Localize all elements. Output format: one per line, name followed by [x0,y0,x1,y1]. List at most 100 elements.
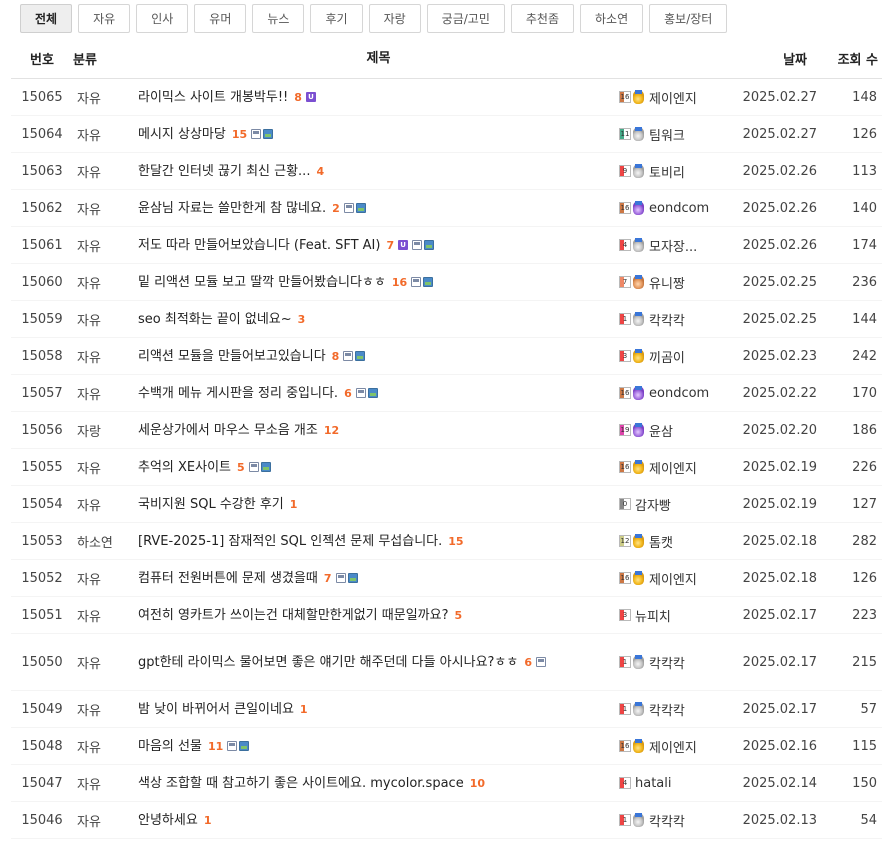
comment-count[interactable]: 1 [290,498,298,511]
table-row[interactable]: 15053 하소연 [RVE-2025-1] 잠재적인 SQL 인젝션 문제 무섭습… [11,523,882,560]
post-author[interactable]: 3 뉴피치 [619,606,732,625]
author-name[interactable]: 제이엔지 [649,458,697,477]
author-name[interactable]: hatali [635,776,672,791]
comment-count[interactable]: 3 [298,313,306,326]
author-name[interactable]: 칵칵칵 [649,700,685,719]
post-author[interactable]: 0 감자빵 [619,495,732,514]
table-row[interactable]: 15048 자유 마음의 선물 11 16 제이엔지 2025.02.16 115 [11,728,882,765]
comment-count[interactable]: 6 [344,387,352,400]
author-name[interactable]: 감자빵 [635,495,671,514]
table-row[interactable]: 15056 자랑 세운상가에서 마우스 무소음 개조 12 19 윤삼 2025.02.20… [11,412,882,449]
author-name[interactable]: 끼곰이 [649,347,685,366]
comment-count[interactable]: 4 [316,165,324,178]
table-row[interactable]: 15055 자유 추억의 XE사이트 5 16 제이엔지 2025.02.19 226 [11,449,882,486]
post-author[interactable]: 3 끼곰이 [619,347,732,366]
comment-count[interactable]: 15 [448,535,463,548]
tab-4[interactable]: 뉴스 [252,4,305,33]
post-author[interactable]: 12 톰캣 [619,532,732,551]
tab-7[interactable]: 궁금/고민 [426,4,505,33]
comment-count[interactable]: 1 [204,814,212,827]
comment-count[interactable]: 7 [324,572,332,585]
post-title-link[interactable]: [RVE-2025-1] 잠재적인 SQL 인젝션 문제 무섭습니다. [138,534,442,549]
comment-count[interactable]: 11 [208,740,223,753]
post-title-link[interactable]: 밤 낮이 바뀌어서 큰일이네요 [138,702,294,717]
post-title-link[interactable]: 윤삼님 자료는 쓸만한게 참 많네요. [138,201,326,216]
post-author[interactable]: 16 제이엔지 [619,737,732,756]
table-row[interactable]: 15054 자유 국비지원 SQL 수강한 후기 1 0 감자빵 2025.02.19 127 [11,486,882,523]
comment-count[interactable]: 5 [237,461,245,474]
tab-1[interactable]: 자유 [78,4,131,33]
post-author[interactable]: 16 eondcom [619,386,732,401]
table-row[interactable]: 15060 자유 밑 리액션 모듈 보고 딸깍 만들어봤습니다ㅎㅎ 16 7 유니짱 202… [11,264,882,301]
comment-count[interactable]: 1 [300,703,308,716]
post-author[interactable]: 7 유니짱 [619,273,732,292]
post-title-link[interactable]: 안녕하세요 [138,813,198,828]
post-title-link[interactable]: 여전히 영카트가 쓰이는건 대체할만한게없기 때문일까요? [138,608,448,623]
tab-2[interactable]: 인사 [136,4,189,33]
post-title-link[interactable]: 리액션 모듈을 만들어보고있습니다 [138,349,326,364]
table-row[interactable]: 15047 자유 색상 조합할 때 참고하기 좋은 사이트에요. mycolor.s… [11,765,882,802]
table-row[interactable]: 15063 자유 한달간 인터넷 끊기 최신 근황... 4 9 토비리 2025.02.2… [11,153,882,190]
author-name[interactable]: eondcom [649,201,709,216]
table-row[interactable]: 15057 자유 수백개 메뉴 게시판을 정리 중입니다. 6 16 eondcom 202… [11,375,882,412]
author-name[interactable]: 뉴피치 [635,606,671,625]
post-title-link[interactable]: 수백개 메뉴 게시판을 정리 중입니다. [138,386,338,401]
post-title-link[interactable]: 라이믹스 사이트 개봉박두!! [138,90,288,105]
table-row[interactable]: 15059 자유 seo 최적화는 끝이 없네요~ 3 1 칵칵칵 2025.02.25 14… [11,301,882,338]
author-name[interactable]: 모자장... [649,236,697,255]
comment-count[interactable]: 16 [392,276,407,289]
comment-count[interactable]: 10 [470,777,485,790]
author-name[interactable]: 칵칵칵 [649,653,685,672]
post-title-link[interactable]: 국비지원 SQL 수강한 후기 [138,497,284,512]
post-author[interactable]: 4 hatali [619,776,732,791]
author-name[interactable]: 윤삼 [649,421,673,440]
comment-count[interactable]: 8 [332,350,340,363]
post-title-link[interactable]: 세운상가에서 마우스 무소음 개조 [138,423,318,438]
post-title-link[interactable]: 색상 조합할 때 참고하기 좋은 사이트에요. mycolor.space [138,776,464,791]
table-row[interactable]: 15065 자유 라이믹스 사이트 개봉박두!! 8 U 16 제이엔지 2025.02.27… [11,79,882,116]
comment-count[interactable]: 6 [524,656,532,669]
author-name[interactable]: 칵칵칵 [649,310,685,329]
comment-count[interactable]: 5 [454,609,462,622]
post-author[interactable]: 16 제이엔지 [619,458,732,477]
comment-count[interactable]: 15 [232,128,247,141]
author-name[interactable]: 제이엔지 [649,737,697,756]
post-author[interactable]: 19 윤삼 [619,421,732,440]
author-name[interactable]: 제이엔지 [649,569,697,588]
post-title-link[interactable]: 한달간 인터넷 끊기 최신 근황... [138,164,310,179]
tab-8[interactable]: 추천좀 [510,4,574,33]
post-author[interactable]: 4 모자장... [619,236,732,255]
post-title-link[interactable]: 추억의 XE사이트 [138,460,231,475]
author-name[interactable]: 팀워크 [649,125,685,144]
post-author[interactable]: 16 eondcom [619,201,732,216]
tab-9[interactable]: 하소연 [580,4,644,33]
post-author[interactable]: 11 팀워크 [619,125,732,144]
table-row[interactable]: 15061 자유 저도 따라 만들어보았습니다 (Feat. SFT AI) 7 U 4 모… [11,227,882,264]
tab-6[interactable]: 자랑 [368,4,421,33]
post-title-link[interactable]: 밑 리액션 모듈 보고 딸깍 만들어봤습니다ㅎㅎ [138,275,386,290]
post-author[interactable]: 1 칵칵칵 [619,811,732,830]
post-title-link[interactable]: seo 최적화는 끝이 없네요~ [138,312,292,327]
tab-3[interactable]: 유머 [194,4,247,33]
post-title-link[interactable]: 메시지 상상마당 [138,127,226,142]
post-title-link[interactable]: 저도 따라 만들어보았습니다 (Feat. SFT AI) [138,238,380,253]
comment-count[interactable]: 12 [324,424,339,437]
post-title-link[interactable]: 마음의 선물 [138,739,202,754]
tab-0[interactable]: 전체 [20,4,73,33]
table-row[interactable]: 15050 자유 gpt한테 라이믹스 물어보면 좋은 얘기만 해주던데 다들 아시… [11,634,882,691]
table-row[interactable]: 15049 자유 밤 낮이 바뀌어서 큰일이네요 1 1 칵칵칵 2025.02.17 57 [11,691,882,728]
author-name[interactable]: 톰캣 [649,532,673,551]
post-title-link[interactable]: gpt한테 라이믹스 물어보면 좋은 얘기만 해주던데 다들 아시나요?ㅎㅎ [138,655,518,670]
post-author[interactable]: 16 제이엔지 [619,569,732,588]
comment-count[interactable]: 7 [386,239,394,252]
author-name[interactable]: 칵칵칵 [649,811,685,830]
post-author[interactable]: 16 제이엔지 [619,88,732,107]
author-name[interactable]: 유니짱 [649,273,685,292]
post-author[interactable]: 9 토비리 [619,162,732,181]
table-row[interactable]: 15046 자유 안녕하세요 1 1 칵칵칵 2025.02.13 54 [11,802,882,839]
table-row[interactable]: 15062 자유 윤삼님 자료는 쓸만한게 참 많네요. 2 16 eondcom 2025… [11,190,882,227]
table-row[interactable]: 15064 자유 메시지 상상마당 15 11 팀워크 2025.02.27 126 [11,116,882,153]
author-name[interactable]: 제이엔지 [649,88,697,107]
post-author[interactable]: 1 칵칵칵 [619,310,732,329]
author-name[interactable]: eondcom [649,386,709,401]
